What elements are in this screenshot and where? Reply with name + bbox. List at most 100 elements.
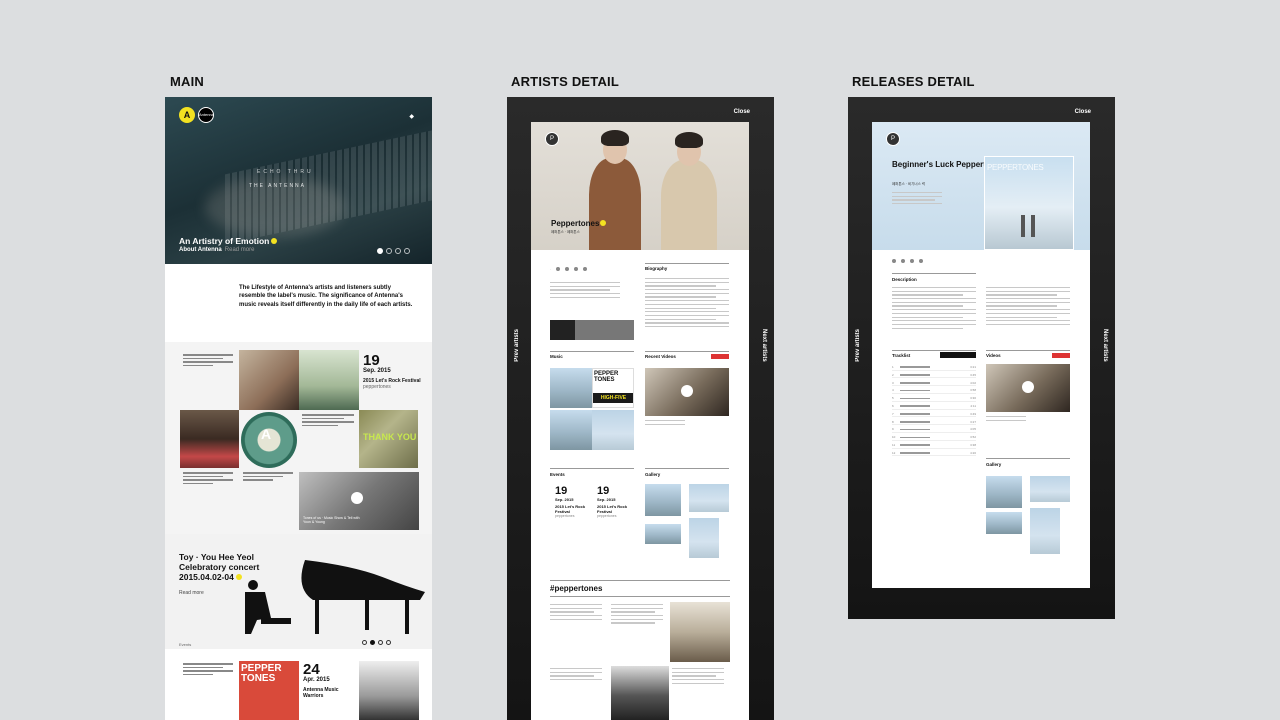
track-row[interactable]: 11 3:38: [892, 442, 976, 449]
social-post[interactable]: [672, 668, 724, 686]
event-item[interactable]: 19 Sep. 2015 2015 Let's Rock Festival pe…: [555, 486, 595, 519]
track-row[interactable]: 6 4:11: [892, 403, 976, 410]
prev-artists-button[interactable]: Prev artists: [855, 329, 861, 362]
text-tile[interactable]: [183, 663, 233, 675]
track-row[interactable]: 2 3:45: [892, 372, 976, 379]
track-number: 1: [892, 365, 894, 369]
antenna-logo-icon[interactable]: A: [179, 107, 195, 123]
concert-pager[interactable]: [362, 640, 391, 645]
album-cover-tile[interactable]: PEPPER TONES: [239, 661, 299, 720]
gallery-image[interactable]: [986, 476, 1022, 508]
album-circle-tile[interactable]: A: [241, 412, 297, 468]
video-tile[interactable]: Tones of us · Music Show & Tell with Yoo…: [299, 472, 419, 530]
artist-photo-tile[interactable]: [239, 350, 299, 410]
antenna-a-logo-icon: A: [261, 426, 272, 442]
link-icon[interactable]: [583, 267, 587, 271]
text-tile[interactable]: [183, 354, 233, 366]
share-icons[interactable]: ·: [550, 267, 587, 271]
social-post[interactable]: [611, 604, 663, 626]
event-item[interactable]: 19 Sep. 2015 2015 Let's Rock Festival pe…: [597, 486, 637, 519]
track-row[interactable]: 7 3:49: [892, 411, 976, 418]
pinterest-icon[interactable]: [910, 259, 914, 263]
twitter-icon[interactable]: [901, 259, 905, 263]
pager-dot[interactable]: [395, 248, 401, 254]
gallery-image[interactable]: [986, 512, 1022, 534]
pager-dot[interactable]: [404, 248, 410, 254]
play-icon[interactable]: [681, 385, 693, 397]
album-cover[interactable]: [550, 368, 592, 408]
artist-photo-tile[interactable]: [299, 350, 359, 410]
gallery-image[interactable]: [1030, 476, 1070, 502]
track-duration: 4:11: [970, 404, 976, 408]
pager-dot[interactable]: [370, 640, 375, 645]
social-photo[interactable]: [670, 602, 730, 662]
artist-photo-tile[interactable]: [359, 661, 419, 720]
event-artist: peppertones: [555, 514, 575, 518]
next-artists-button[interactable]: Next artists: [1102, 329, 1108, 362]
play-icon[interactable]: [1022, 381, 1034, 393]
track-row[interactable]: 4 3:58: [892, 387, 976, 394]
link-icon[interactable]: [919, 259, 923, 263]
description-text: [986, 287, 1070, 328]
track-row[interactable]: 8 3:27: [892, 419, 976, 426]
share-icons[interactable]: [892, 259, 923, 263]
prev-artists-button[interactable]: Prev artists: [514, 329, 520, 362]
hero-read-more-link[interactable]: Read more: [225, 247, 255, 253]
video-thumbnail[interactable]: [986, 364, 1070, 412]
hero-banner[interactable]: A Antenna ◆ ECHO THRU THE ANTENNA An Art…: [165, 97, 432, 264]
gallery-image[interactable]: [689, 518, 719, 558]
hero-pager[interactable]: [377, 248, 410, 254]
artist-photo-tile[interactable]: [180, 410, 239, 468]
social-photo[interactable]: [611, 666, 669, 720]
album-cover[interactable]: [550, 410, 592, 450]
video-thumbnail[interactable]: [645, 368, 729, 416]
next-artists-button[interactable]: Next artists: [761, 329, 767, 362]
gallery-image[interactable]: [645, 484, 681, 516]
album-cover[interactable]: PEPPERTONES: [984, 156, 1074, 250]
twitter-icon[interactable]: [565, 267, 569, 271]
pinterest-icon[interactable]: [574, 267, 578, 271]
artist-photo-tile[interactable]: THANK YOU: [359, 410, 418, 468]
grand-piano-image: [245, 560, 425, 634]
pager-dot[interactable]: [386, 640, 391, 645]
yellow-dot-icon: [271, 238, 278, 244]
event-month: Sep. 2015: [555, 497, 574, 502]
facebook-icon[interactable]: [556, 267, 560, 271]
track-row[interactable]: 12 4:20: [892, 450, 976, 457]
album-cover[interactable]: [592, 410, 634, 450]
concert-read-more-link[interactable]: Read more: [179, 590, 204, 596]
track-row[interactable]: 5 3:30: [892, 395, 976, 402]
track-duration: 3:38: [970, 443, 976, 447]
track-row[interactable]: 1 3:21: [892, 364, 976, 371]
concert-banner[interactable]: Toy · You Hee Yeol Celebratory concert 2…: [165, 534, 432, 649]
gallery-image[interactable]: [645, 524, 681, 544]
track-row[interactable]: 10 3:52: [892, 434, 976, 441]
play-icon[interactable]: [351, 492, 363, 504]
pager-dot[interactable]: [378, 640, 383, 645]
pager-dot[interactable]: [362, 640, 367, 645]
menu-icon[interactable]: ◆: [409, 113, 414, 120]
album-cover[interactable]: PEPPER TONES HIGH-FIVE: [592, 368, 634, 408]
social-post[interactable]: [550, 668, 602, 683]
close-button[interactable]: Close: [734, 109, 750, 115]
streaming-select[interactable]: [940, 352, 976, 358]
close-button[interactable]: Close: [1075, 109, 1091, 115]
antenna-wordmark-logo[interactable]: Antenna: [198, 107, 214, 123]
event-tile[interactable]: 24 Apr. 2015 Antenna Music Warriors: [303, 662, 363, 699]
pager-dot[interactable]: [377, 248, 383, 254]
press-kit-download-button[interactable]: [550, 320, 634, 340]
gallery-image[interactable]: [1030, 508, 1060, 554]
text-tile[interactable]: [243, 472, 293, 481]
youtube-subscribe-button[interactable]: [1052, 353, 1070, 358]
facebook-icon[interactable]: [892, 259, 896, 263]
youtube-subscribe-button[interactable]: [711, 354, 729, 359]
event-tile[interactable]: 19 Sep. 2015 2015 Let's Rock Festival pe…: [363, 353, 423, 390]
track-row[interactable]: 9 4:05: [892, 426, 976, 433]
hero-echo-text: ECHO THRU: [257, 169, 314, 175]
text-tile[interactable]: [302, 414, 354, 426]
social-post[interactable]: [550, 604, 602, 622]
pager-dot[interactable]: [386, 248, 392, 254]
gallery-image[interactable]: [689, 484, 729, 512]
text-tile[interactable]: [183, 472, 233, 484]
track-row[interactable]: 3 4:02: [892, 380, 976, 387]
